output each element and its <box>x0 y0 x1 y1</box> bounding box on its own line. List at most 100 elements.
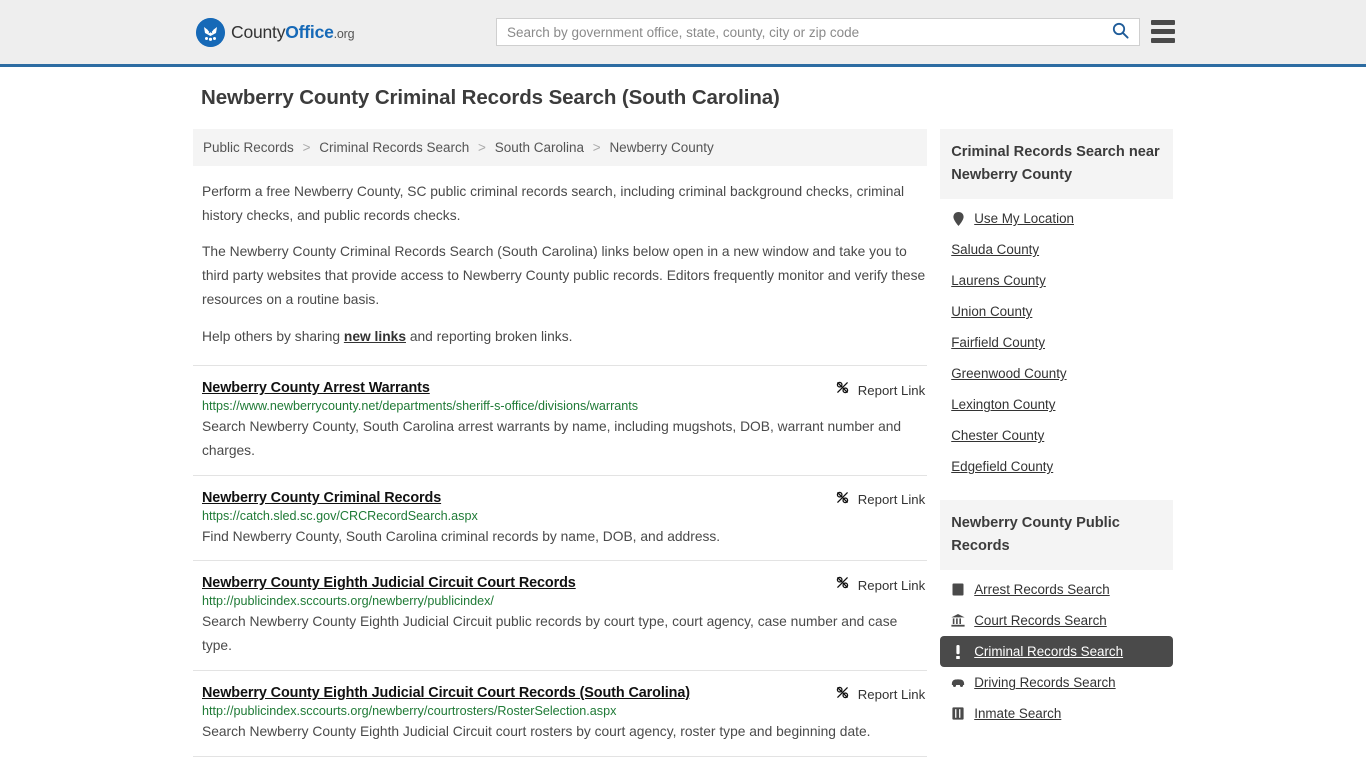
sidebar-public-records-heading: Newberry County Public Records <box>940 500 1173 571</box>
sidebar-item-label: Greenwood County <box>951 366 1067 382</box>
sidebar-item-fairfield-county[interactable]: Fairfield County <box>940 327 1173 358</box>
report-link-label: Report Link <box>857 577 926 593</box>
sidebar-item-arrest-records-search[interactable]: Arrest Records Search <box>940 574 1173 605</box>
sidebar-item-label: Union County <box>951 304 1033 320</box>
result-description: Search Newberry County Eighth Judicial C… <box>202 723 871 739</box>
sidebar-item-label: Laurens County <box>951 273 1046 289</box>
logo-word-office: Office <box>285 21 334 42</box>
sidebar-item-label: Fairfield County <box>951 335 1046 351</box>
result-url: http://publicindex.sccourts.org/newberry… <box>202 594 494 609</box>
result-title-link[interactable]: Newberry County Criminal Records <box>202 490 441 506</box>
two-column-layout: Public Records > Criminal Records Search… <box>193 129 1173 760</box>
sidebar-item-label: Driving Records Search <box>974 675 1116 691</box>
result-url: http://publicindex.sccourts.org/newberry… <box>202 703 617 718</box>
broken-link-icon <box>835 685 850 705</box>
sidebar-item-label: Edgefield County <box>951 459 1054 475</box>
new-links-link[interactable]: new links <box>344 329 406 344</box>
result-item: Newberry County Arrest Warrants https://… <box>193 365 928 474</box>
breadcrumb-item-1[interactable]: Criminal Records Search <box>319 140 469 155</box>
page-title: Newberry County Criminal Records Search … <box>201 86 780 109</box>
report-link-label: Report Link <box>857 382 926 398</box>
main-column: Public Records > Criminal Records Search… <box>193 129 928 760</box>
sidebar-item-criminal-records-search[interactable]: Criminal Records Search <box>940 636 1173 668</box>
intro-p3-before: Help others by sharing <box>202 328 344 344</box>
logo-wordmark: CountyOffice.org <box>231 21 355 43</box>
sidebar-item-label: Lexington County <box>951 397 1056 413</box>
breadcrumb-separator: > <box>478 140 486 155</box>
search-input[interactable] <box>497 19 1101 45</box>
result-description: Search Newberry County, South Carolina a… <box>202 419 902 459</box>
sidebar-item-chester-county[interactable]: Chester County <box>940 420 1173 451</box>
intro-paragraph-2: The Newberry County Criminal Records Sea… <box>202 244 926 307</box>
result-title-link[interactable]: Newberry County Eighth Judicial Circuit … <box>202 685 690 701</box>
exclamation-icon <box>951 644 965 659</box>
logo-word-county: County <box>231 21 286 42</box>
sidebar-item-label: Saluda County <box>951 242 1040 258</box>
logo-word-tld: .org <box>333 26 355 41</box>
breadcrumb-item-0[interactable]: Public Records <box>203 140 294 155</box>
search-button[interactable] <box>1101 19 1139 45</box>
result-list: Newberry County Arrest Warrants https://… <box>193 365 928 760</box>
hamburger-bar-1 <box>1151 20 1175 25</box>
report-link-button[interactable]: Report Link <box>835 685 925 705</box>
breadcrumb: Public Records > Criminal Records Search… <box>193 129 928 166</box>
map-pin-icon <box>951 211 965 226</box>
sidebar-nearby-list: Use My Location Saluda County Laurens Co… <box>940 199 1173 482</box>
county-office-logo-icon <box>196 17 225 47</box>
sidebar-item-union-county[interactable]: Union County <box>940 296 1173 327</box>
sidebar-item-label: Inmate Search <box>974 706 1062 722</box>
intro-paragraph-3: Help others by sharing new links and rep… <box>202 325 927 349</box>
sidebar-item-label: Chester County <box>951 428 1045 444</box>
result-title-link[interactable]: Newberry County Arrest Warrants <box>202 380 430 396</box>
site-logo[interactable]: CountyOffice.org <box>196 17 355 47</box>
breadcrumb-item-current: Newberry County <box>609 140 714 155</box>
report-link-button[interactable]: Report Link <box>835 575 925 595</box>
page-body: Newberry County Criminal Records Search … <box>0 67 1366 760</box>
intro-text: Perform a free Newberry County, SC publi… <box>193 180 927 348</box>
result-description: Search Newberry County Eighth Judicial C… <box>202 614 898 654</box>
sidebar-item-label: Court Records Search <box>974 613 1107 629</box>
sidebar-item-use-my-location[interactable]: Use My Location <box>940 203 1173 234</box>
report-link-button[interactable]: Report Link <box>835 490 925 510</box>
result-url: https://www.newberrycounty.net/departmen… <box>202 399 639 414</box>
sidebar-item-label: Arrest Records Search <box>974 582 1110 598</box>
sidebar-item-saluda-county[interactable]: Saluda County <box>940 234 1173 265</box>
sidebar-item-inmate-search[interactable]: Inmate Search <box>940 698 1173 729</box>
search-icon <box>1112 22 1129 42</box>
result-url: https://catch.sled.sc.gov/CRCRecordSearc… <box>202 508 478 523</box>
sidebar: Criminal Records Search near Newberry Co… <box>940 129 1173 747</box>
result-item: Newberry County Eighth Judicial Circuit … <box>193 669 928 756</box>
broken-link-icon <box>835 490 850 510</box>
sidebar-item-laurens-county[interactable]: Laurens County <box>940 265 1173 296</box>
sidebar-item-driving-records-search[interactable]: Driving Records Search <box>940 667 1173 698</box>
result-item: Newberry County Eighth Judicial Circuit … <box>193 560 928 669</box>
site-header: CountyOffice.org <box>0 0 1366 67</box>
sidebar-item-court-records-search[interactable]: Court Records Search <box>940 605 1173 636</box>
result-item: Newberry County Criminal Records https:/… <box>193 474 928 561</box>
jail-icon <box>951 707 965 721</box>
content-container: Newberry County Criminal Records Search … <box>193 86 1173 760</box>
sidebar-item-label: Use My Location <box>974 211 1074 227</box>
result-item-partial <box>193 755 928 760</box>
breadcrumb-separator: > <box>302 140 311 155</box>
square-icon <box>951 583 965 597</box>
report-link-button[interactable]: Report Link <box>835 380 925 400</box>
search-bar[interactable] <box>496 18 1140 46</box>
broken-link-icon <box>835 380 850 400</box>
result-title-link[interactable]: Newberry County Eighth Judicial Circuit … <box>202 575 576 591</box>
broken-link-icon <box>835 575 850 595</box>
sidebar-item-lexington-county[interactable]: Lexington County <box>940 389 1173 420</box>
report-link-label: Report Link <box>857 492 926 508</box>
intro-p3-after: and reporting broken links. <box>406 328 573 344</box>
sidebar-item-edgefield-county[interactable]: Edgefield County <box>940 451 1173 482</box>
result-description: Find Newberry County, South Carolina cri… <box>202 528 721 544</box>
sidebar-nearby-heading: Criminal Records Search near Newberry Co… <box>940 129 1173 200</box>
report-link-label: Report Link <box>857 687 926 703</box>
sidebar-nearby-box: Criminal Records Search near Newberry Co… <box>940 129 1173 482</box>
hamburger-bar-2 <box>1151 29 1175 34</box>
sidebar-item-greenwood-county[interactable]: Greenwood County <box>940 358 1173 389</box>
hamburger-bar-3 <box>1151 38 1175 43</box>
hamburger-menu-icon[interactable] <box>1151 20 1175 43</box>
breadcrumb-item-2[interactable]: South Carolina <box>495 140 584 155</box>
courthouse-icon <box>951 614 965 628</box>
